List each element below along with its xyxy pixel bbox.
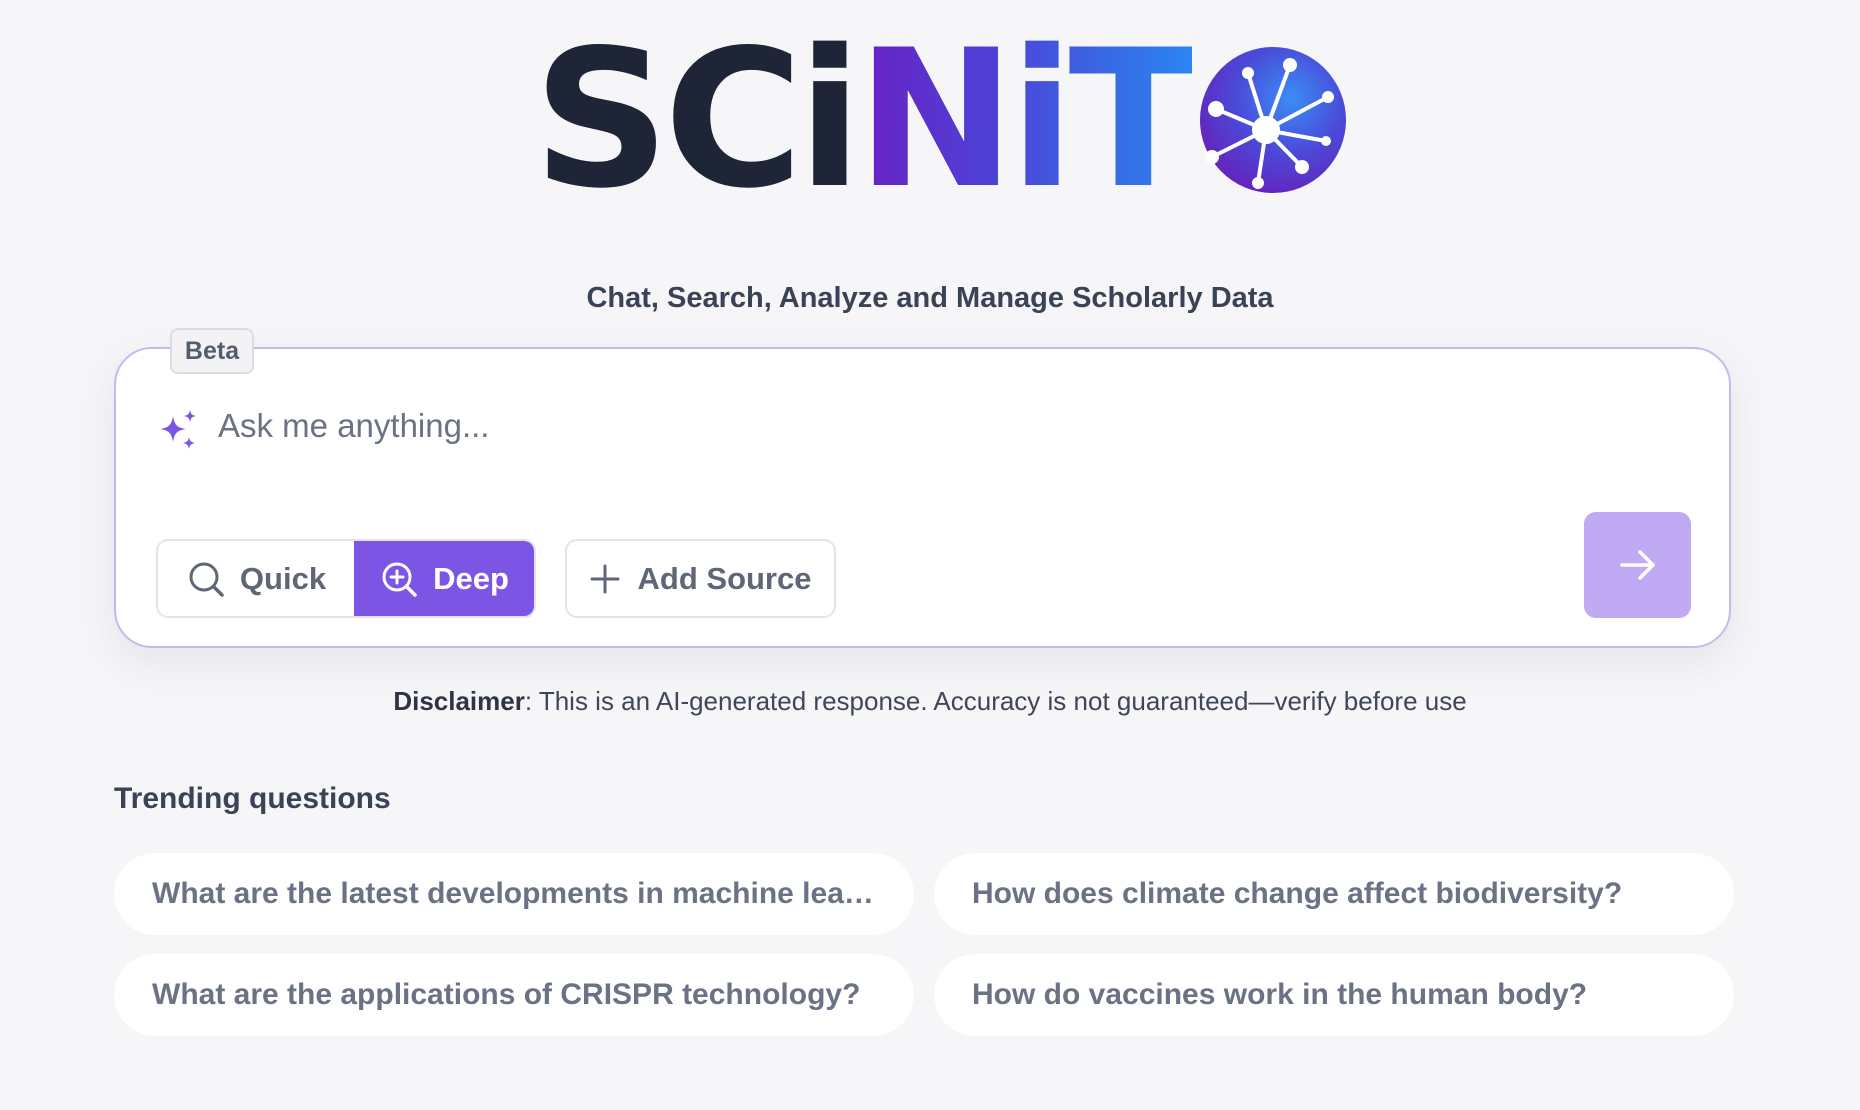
disclaimer-text: : This is an AI-generated response. Accu… bbox=[524, 686, 1467, 716]
trending-question[interactable]: What are the latest developments in mach… bbox=[114, 853, 914, 935]
trending-title: Trending questions bbox=[114, 782, 391, 815]
quick-mode-button[interactable]: Quick bbox=[158, 541, 354, 616]
page: SCiNiT Chat, Search, Analyze and Manage … bbox=[0, 0, 1860, 1110]
network-globe-icon bbox=[1200, 47, 1347, 193]
beta-badge: Beta bbox=[170, 328, 254, 374]
logo-wordmark: SCiNiT bbox=[533, 25, 1198, 215]
tagline: Chat, Search, Analyze and Manage Scholar… bbox=[586, 282, 1274, 314]
trending-question-text: How does climate change affect biodivers… bbox=[972, 877, 1623, 910]
logo: SCiNiT bbox=[533, 25, 1348, 215]
sparkle-icon bbox=[160, 410, 196, 449]
deep-mode-label: Deep bbox=[433, 560, 509, 596]
quick-mode-label: Quick bbox=[239, 560, 327, 596]
trending-question-text: How do vaccines work in the human body? bbox=[972, 978, 1588, 1011]
search-icon bbox=[189, 562, 224, 597]
trending-question[interactable]: What are the applications of CRISPR tech… bbox=[114, 954, 914, 1036]
disclaimer: Disclaimer: This is an AI-generated resp… bbox=[0, 686, 1860, 717]
trending-question[interactable]: How do vaccines work in the human body? bbox=[934, 954, 1734, 1036]
trending-question-text: What are the applications of CRISPR tech… bbox=[152, 978, 861, 1011]
logo-text-dark: SCi bbox=[533, 9, 862, 230]
trending-question[interactable]: How does climate change affect biodivers… bbox=[934, 853, 1734, 935]
disclaimer-label: Disclaimer bbox=[393, 686, 525, 716]
search-mode-toggle: Quick Deep bbox=[156, 539, 536, 618]
add-source-button[interactable]: Add Source bbox=[565, 539, 836, 618]
zoom-in-icon bbox=[382, 562, 417, 597]
trending-question-text: What are the latest developments in mach… bbox=[152, 877, 876, 910]
plus-icon bbox=[590, 564, 620, 593]
arrow-right-icon bbox=[1619, 550, 1655, 580]
send-button[interactable] bbox=[1584, 512, 1691, 618]
ask-input[interactable] bbox=[218, 400, 1518, 452]
logo-text-gradient: NiT bbox=[856, 9, 1198, 230]
deep-mode-button[interactable]: Deep bbox=[354, 541, 534, 616]
add-source-label: Add Source bbox=[637, 560, 812, 596]
